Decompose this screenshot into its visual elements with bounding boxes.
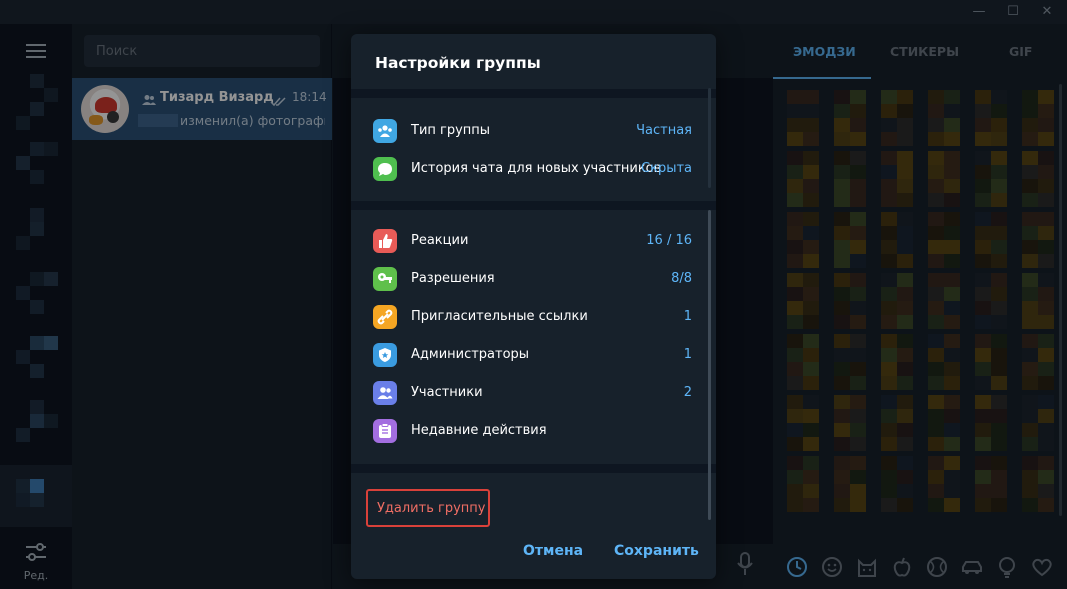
row-label: Администраторы (411, 347, 530, 362)
recent-actions-icon (373, 419, 397, 443)
link-icon (373, 305, 397, 329)
row-label: Недавние действия (411, 423, 547, 438)
group-type-icon (373, 119, 397, 143)
row-label: Пригласительные ссылки (411, 309, 588, 324)
row-value: 8/8 (671, 271, 692, 286)
row-label: История чата для новых участников (411, 161, 662, 176)
dialog-scroll-track (708, 88, 711, 188)
row-invite-links[interactable]: Пригласительные ссылки 1 (351, 298, 706, 336)
dialog-title: Настройки группы (375, 54, 541, 72)
row-permissions[interactable]: Разрешения 8/8 (351, 260, 706, 298)
key-icon (373, 267, 397, 291)
row-label: Реакции (411, 233, 469, 248)
row-value: 2 (683, 385, 692, 400)
row-administrators[interactable]: Администраторы 1 (351, 336, 706, 374)
dialog-scrollbar[interactable] (708, 210, 711, 520)
save-button[interactable]: Сохранить (614, 543, 699, 559)
section-divider (351, 201, 716, 210)
row-label: Участники (411, 385, 483, 400)
row-value: Скрыта (641, 161, 692, 176)
group-settings-dialog: Настройки группы Тип группы Частная Исто… (351, 34, 716, 579)
delete-group-button[interactable]: Удалить группу (366, 489, 490, 527)
row-label: Разрешения (411, 271, 495, 286)
row-members[interactable]: Участники 2 (351, 374, 706, 412)
row-label: Тип группы (411, 123, 491, 138)
cancel-button[interactable]: Отмена (523, 543, 583, 559)
reactions-icon (373, 229, 397, 253)
row-value: 1 (683, 347, 692, 362)
chat-history-icon (373, 157, 397, 181)
row-value: 1 (683, 309, 692, 324)
delete-group-label: Удалить группу (377, 501, 486, 516)
section-divider (351, 464, 716, 473)
admin-shield-icon (373, 343, 397, 367)
members-icon (373, 381, 397, 405)
row-recent-actions[interactable]: Недавние действия (351, 412, 706, 450)
row-value: Частная (636, 123, 692, 138)
row-chat-history[interactable]: История чата для новых участников Скрыта (351, 150, 706, 188)
row-value: 16 / 16 (646, 233, 692, 248)
row-reactions[interactable]: Реакции 16 / 16 (351, 222, 706, 260)
section-divider (351, 89, 716, 98)
row-group-type[interactable]: Тип группы Частная (351, 112, 706, 150)
